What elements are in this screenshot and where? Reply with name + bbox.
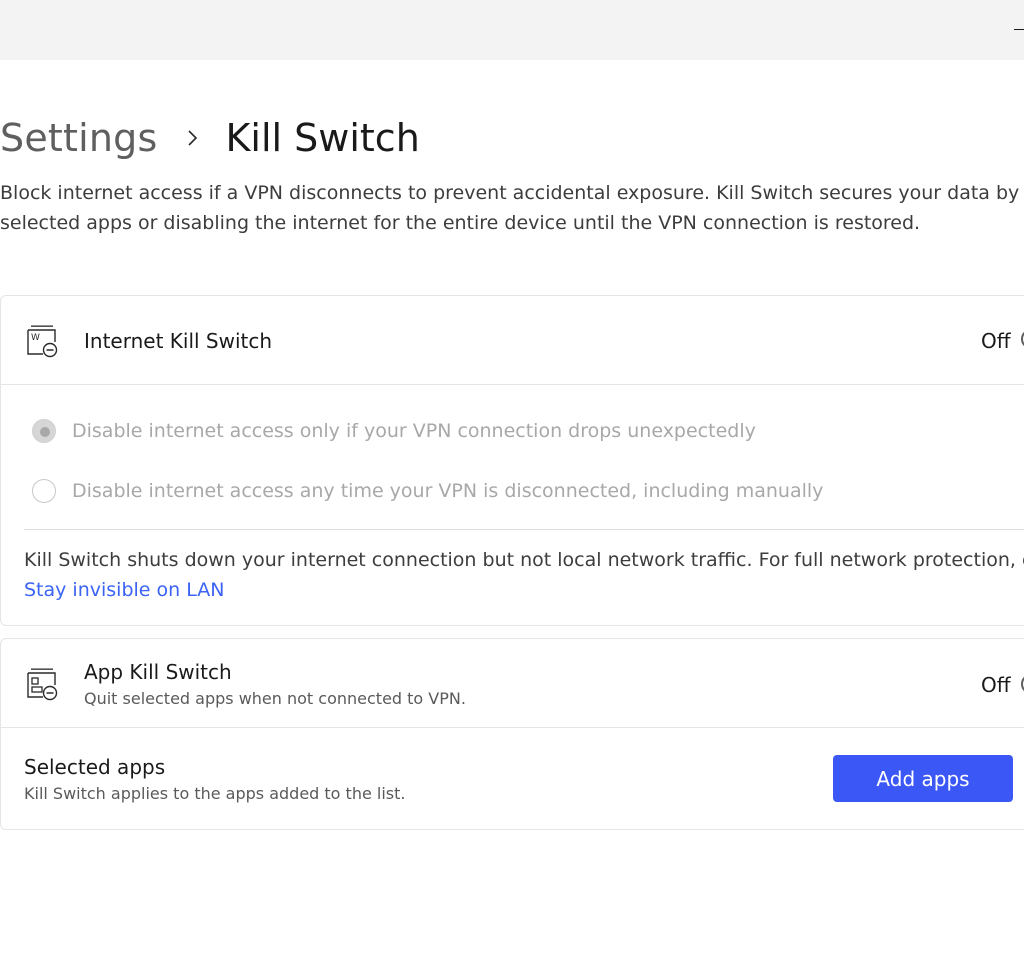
app-kill-switch-card: App Kill Switch Quit selected apps when … — [0, 638, 1024, 830]
page-title: Kill Switch — [225, 116, 420, 160]
stay-invisible-on-lan-link[interactable]: Stay invisible on LAN — [24, 575, 1024, 605]
description-line-2: selected apps or disabling the internet … — [0, 212, 921, 234]
title-bar — [0, 0, 1024, 60]
radio-option-label: Disable internet access only if your VPN… — [72, 420, 756, 442]
radio-button-selected[interactable] — [32, 419, 56, 443]
divider — [24, 529, 1024, 530]
page-description: Block internet access if a VPN disconnec… — [0, 178, 1024, 238]
app-kill-switch-title: App Kill Switch — [84, 660, 232, 684]
app-kill-switch-subtitle: Quit selected apps when not connected to… — [84, 689, 466, 708]
selected-apps-subtitle: Kill Switch applies to the apps added to… — [24, 784, 406, 803]
svg-text:W: W — [31, 333, 40, 343]
internet-kill-switch-card: W Internet Kill Switch Off Disable inter… — [0, 295, 1024, 626]
selected-apps-row: Selected apps Kill Switch applies to the… — [1, 728, 1024, 828]
lan-note: Kill Switch shuts down your internet con… — [24, 545, 1024, 605]
minimize-button[interactable] — [1014, 22, 1024, 38]
radio-option-any-time[interactable]: Disable internet access any time your VP… — [32, 479, 823, 503]
lan-note-text: Kill Switch shuts down your internet con… — [24, 549, 1024, 571]
selected-apps-title: Selected apps — [24, 755, 166, 779]
add-apps-button[interactable]: Add apps — [833, 755, 1013, 802]
internet-kill-switch-icon: W — [25, 324, 59, 358]
internet-kill-switch-title: Internet Kill Switch — [84, 329, 273, 353]
radio-button[interactable] — [32, 479, 56, 503]
chevron-right-icon — [181, 126, 205, 150]
app-kill-switch-row: App Kill Switch Quit selected apps when … — [1, 639, 1024, 728]
radio-option-label: Disable internet access any time your VP… — [72, 480, 824, 502]
description-line-1: Block internet access if a VPN disconnec… — [0, 182, 1024, 204]
radio-option-unexpected-drop[interactable]: Disable internet access only if your VPN… — [32, 419, 756, 443]
breadcrumb: Settings Kill Switch — [0, 110, 420, 166]
internet-kill-switch-row: W Internet Kill Switch Off — [1, 296, 1024, 385]
breadcrumb-settings-link[interactable]: Settings — [0, 116, 157, 160]
internet-kill-switch-state: Off — [981, 329, 1011, 353]
app-kill-switch-state: Off — [981, 673, 1011, 697]
app-kill-switch-icon — [25, 667, 59, 701]
